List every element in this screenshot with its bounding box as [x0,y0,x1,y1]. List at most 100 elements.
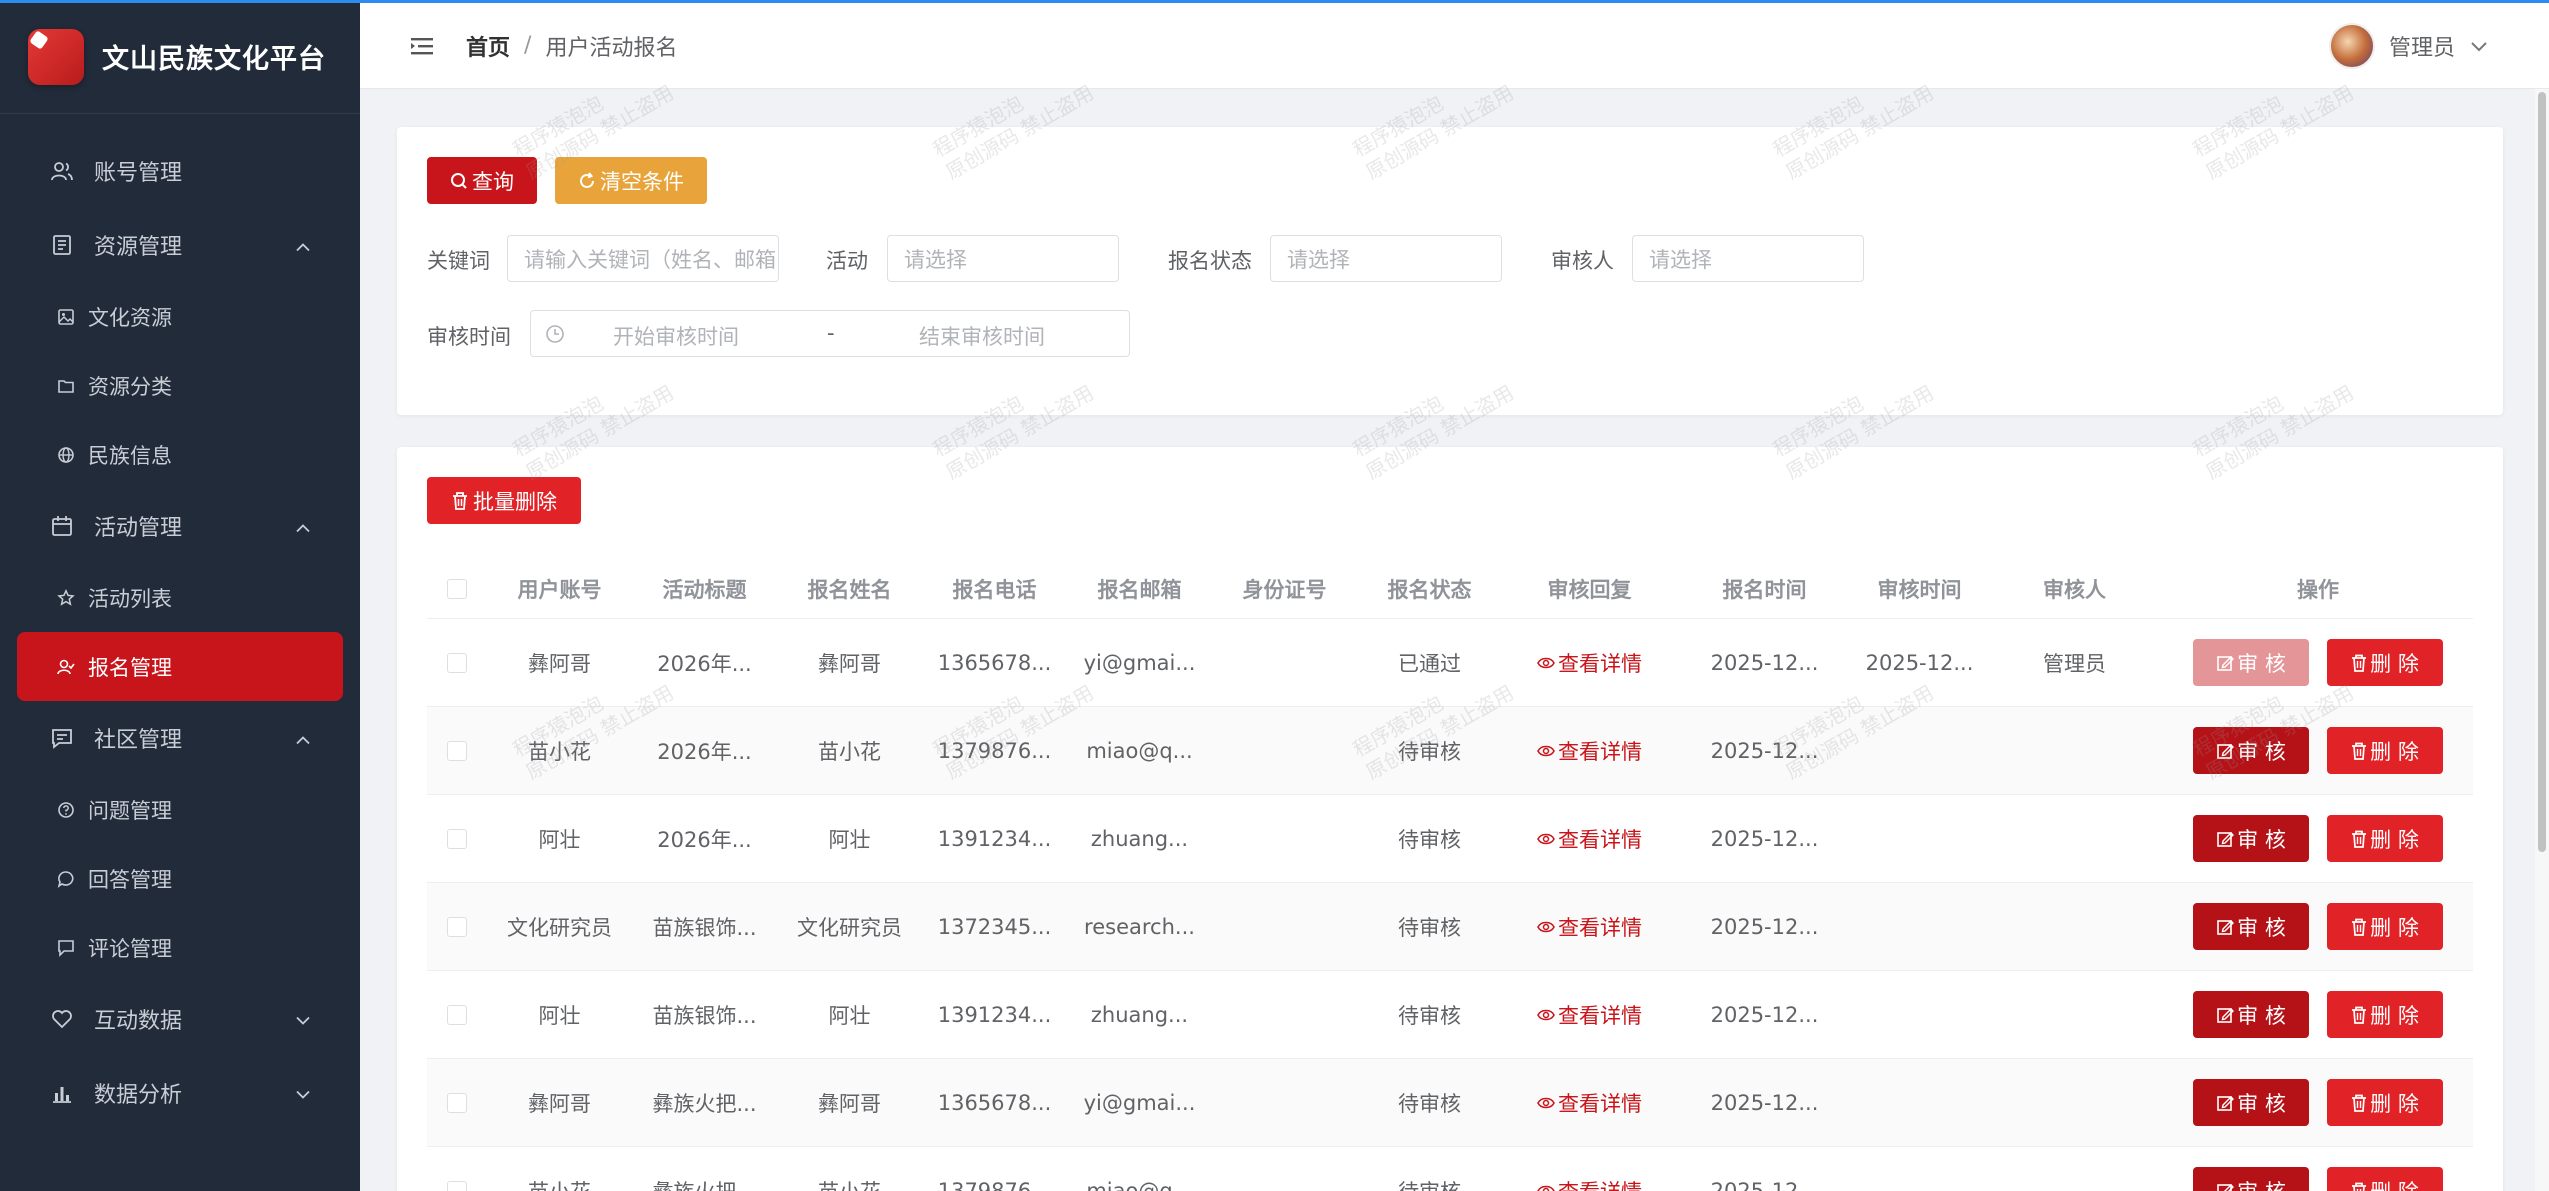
sidebar-item-11[interactable]: 评论管理 [0,913,360,982]
sidebar-item-6[interactable]: 活动列表 [0,563,360,632]
reviewer-select[interactable]: 请选择 [1632,235,1864,282]
row-checkbox[interactable] [447,1092,467,1113]
sidebar-item-13[interactable]: 数据分析 [0,1056,360,1130]
delete-button[interactable]: 删 除 [2327,903,2443,950]
view-detail-link[interactable]: 查看详情 [1537,824,1642,854]
row-checkbox[interactable] [447,828,467,849]
view-detail-link[interactable]: 查看详情 [1537,736,1642,766]
user-name[interactable]: 管理员 [2389,30,2455,62]
cell-activity: 2026年... [657,827,752,852]
document-icon [48,231,76,259]
column-header[interactable]: 用户账号 [487,574,632,604]
cell-name: 彝阿哥 [818,651,881,676]
column-header[interactable]: 审核人 [1987,574,2162,604]
breadcrumb-home[interactable]: 首页 [466,30,510,62]
table-header: 用户账号 活动标题 报名姓名 报名电话 报名邮箱 身份证号 报名状态 审核回复 … [427,559,2473,619]
end-time-input[interactable]: 结束审核时间 [919,321,1045,351]
batch-delete-button[interactable]: 批量删除 [427,477,581,524]
user-menu[interactable]: 管理员 [2328,22,2487,69]
sidebar-item-0[interactable]: 账号管理 [0,134,360,208]
column-header[interactable]: 报名状态 [1357,574,1502,604]
audit-button[interactable]: 审 核 [2193,1167,2309,1191]
delete-button[interactable]: 删 除 [2327,639,2443,686]
activity-select[interactable]: 请选择 [887,235,1119,282]
audit-button[interactable]: 审 核 [2193,727,2309,774]
sidebar-item-5[interactable]: 活动管理 [0,489,360,563]
sidebar-item-label: 活动管理 [94,516,183,541]
cell-signup-time: 2025-12... [1710,826,1819,851]
bubble-icon [56,869,76,889]
sidebar-item-label: 报名管理 [88,655,172,680]
column-header[interactable]: 身份证号 [1212,574,1357,604]
audit-button-label: 审 核 [2237,915,2286,940]
sidebar-item-label: 活动列表 [88,586,172,611]
sidebar-item-7[interactable]: 报名管理 [17,632,343,701]
folder-icon [56,376,76,396]
audit-button[interactable]: 审 核 [2193,1079,2309,1126]
clear-filters-button[interactable]: 清空条件 [555,157,707,204]
audit-button[interactable]: 审 核 [2193,815,2309,862]
delete-button[interactable]: 删 除 [2327,1167,2443,1191]
delete-button[interactable]: 删 除 [2327,991,2443,1038]
trash-icon [2351,1094,2367,1112]
row-checkbox[interactable] [447,1004,467,1025]
column-header[interactable]: 审核回复 [1502,574,1677,604]
column-header[interactable]: 报名时间 [1677,574,1852,604]
audit-button[interactable]: 审 核 [2193,991,2309,1038]
sidebar-item-3[interactable]: 资源分类 [0,351,360,420]
view-detail-link[interactable]: 查看详情 [1537,648,1642,678]
row-checkbox[interactable] [447,916,467,937]
column-header[interactable]: 报名电话 [922,574,1067,604]
select-all-checkbox[interactable] [447,578,467,599]
table-panel: 批量删除 用户账号 活动标题 报名姓名 报名电话 报名邮箱 身份证号 报名状态 … [397,447,2503,1191]
table-row[interactable]: 阿壮 2026年... 阿壮 1391234... zhuang... 待审核 查看详情 20… [427,795,2473,883]
keyword-input[interactable]: 请输入关键词（姓名、邮箱 [507,235,779,282]
delete-button[interactable]: 删 除 [2327,727,2443,774]
column-header[interactable]: 活动标题 [632,574,777,604]
table-row[interactable]: 文化研究员 苗族银饰... 文化研究员 1372345... research... 待审… [427,883,2473,971]
chevron-down-icon[interactable] [2471,33,2487,58]
view-detail-link[interactable]: 查看详情 [1537,1176,1642,1191]
batch-delete-label: 批量删除 [473,489,557,514]
sidebar-item-1[interactable]: 资源管理 [0,208,360,282]
cell-actions: 审 核删 除 [2162,727,2474,774]
cell-phone: 1365678... [937,650,1052,675]
sidebar-item-10[interactable]: 回答管理 [0,844,360,913]
trash-icon [451,491,469,511]
view-detail-link[interactable]: 查看详情 [1537,1088,1642,1118]
delete-button-label: 删 除 [2370,1091,2419,1116]
brand: 文山民族文化平台 [0,0,360,114]
avatar[interactable] [2328,22,2375,69]
scrollbar-thumb[interactable] [2538,92,2546,852]
view-detail-link[interactable]: 查看详情 [1537,912,1642,942]
cell-activity: 苗族银饰... [652,1003,757,1028]
sidebar-item-9[interactable]: 问题管理 [0,775,360,844]
sidebar-item-label: 问题管理 [88,798,172,823]
sidebar-item-12[interactable]: 互动数据 [0,982,360,1056]
sidebar-item-4[interactable]: 民族信息 [0,420,360,489]
start-time-input[interactable]: 开始审核时间 [613,321,739,351]
table-row[interactable]: 苗小花彝族火把...苗小花 1379876... miao@q... 待审核 查看详情 2… [427,1147,2473,1191]
row-checkbox[interactable] [447,652,467,673]
status-select[interactable]: 请选择 [1270,235,1502,282]
column-header[interactable]: 报名邮箱 [1067,574,1212,604]
cell-review-reply: 查看详情 [1502,824,1677,854]
row-checkbox[interactable] [447,740,467,761]
row-checkbox[interactable] [447,1180,467,1191]
cell-email: zhuang... [1090,1002,1189,1027]
view-detail-link[interactable]: 查看详情 [1537,1000,1642,1030]
menu-toggle-icon[interactable] [410,34,434,58]
column-header[interactable]: 报名姓名 [777,574,922,604]
delete-button[interactable]: 删 除 [2327,1079,2443,1126]
table-row[interactable]: 彝阿哥 2026年... 彝阿哥 1365678... yi@gmai... 已通过 查看详… [427,619,2473,707]
review-time-range-picker[interactable]: 开始审核时间 - 结束审核时间 [530,310,1130,357]
column-header[interactable]: 审核时间 [1852,574,1987,604]
sidebar-item-2[interactable]: 文化资源 [0,282,360,351]
table-row[interactable]: 彝阿哥 彝族火把... 彝阿哥 1365678... yi@gmai... 待审核 查看详情… [427,1059,2473,1147]
sidebar-item-8[interactable]: 社区管理 [0,701,360,775]
query-button[interactable]: 查询 [427,157,537,204]
audit-button[interactable]: 审 核 [2193,903,2309,950]
table-row[interactable]: 阿壮 苗族银饰... 阿壮 1391234... zhuang... 待审核 查看详情 202… [427,971,2473,1059]
table-row[interactable]: 苗小花 2026年... 苗小花 1379876... miao@q... 待审核 查看详情… [427,707,2473,795]
delete-button[interactable]: 删 除 [2327,815,2443,862]
